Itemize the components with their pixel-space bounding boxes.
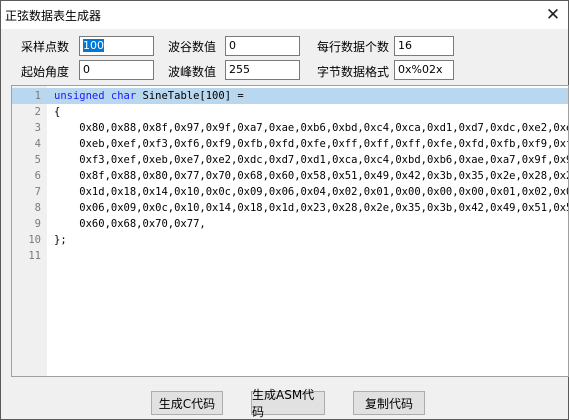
code-text: 0x1d,0x18,0x14,0x10,0x0c,0x09,0x06,0x04,… [54,184,569,200]
code-line: 4 0xeb,0xef,0xf3,0xf6,0xf9,0xfb,0xfd,0xf… [12,136,568,152]
code-token: 0xeb,0xef,0xf3,0xf6,0xf9,0xfb,0xfd,0xfe,… [54,138,569,150]
code-line: 2{ [12,104,568,120]
title-bar: 正弦数据表生成器 ✕ [1,1,568,29]
code-token: 0x06,0x09,0x0c,0x10,0x14,0x18,0x1d,0x23,… [54,202,569,214]
code-text: 0xf3,0xef,0xeb,0xe7,0xe2,0xdc,0xd7,0xd1,… [54,152,569,168]
code-text: unsigned char SineTable[100] = [54,88,244,104]
code-text: 0x06,0x09,0x0c,0x10,0x14,0x18,0x1d,0x23,… [54,200,569,216]
code-text: { [54,104,60,120]
code-token: 0x1d,0x18,0x14,0x10,0x0c,0x09,0x06,0x04,… [54,186,569,198]
code-text: 0x8f,0x88,0x80,0x77,0x70,0x68,0x60,0x58,… [54,168,569,184]
generate-c-button[interactable]: 生成C代码 [151,391,223,415]
code-line: 11 [12,248,568,264]
line-number: 11 [28,250,41,262]
code-line: 8 0x06,0x09,0x0c,0x10,0x14,0x18,0x1d,0x2… [12,200,568,216]
code-line: 5 0xf3,0xef,0xeb,0xe7,0xe2,0xdc,0xd7,0xd… [12,152,568,168]
peak-value-input[interactable]: 255 [225,60,300,80]
code-line: 9 0x60,0x68,0x70,0x77, [12,216,568,232]
line-number: 2 [34,106,41,118]
byte-format-input[interactable]: 0x%02x [394,60,454,80]
code-line: 7 0x1d,0x18,0x14,0x10,0x0c,0x09,0x06,0x0… [12,184,568,200]
code-token: { [54,106,61,118]
code-token: 0x80,0x88,0x8f,0x97,0x9f,0xa7,0xae,0xb6,… [54,122,569,134]
code-line: 6 0x8f,0x88,0x80,0x77,0x70,0x68,0x60,0x5… [12,168,568,184]
code-text: 0x60,0x68,0x70,0x77, [54,216,206,232]
close-icon[interactable]: ✕ [538,1,568,29]
start-angle-input[interactable]: 0 [79,60,154,80]
code-line: 1 unsigned char SineTable[100] = [12,88,568,104]
code-line: 3 0x80,0x88,0x8f,0x97,0x9f,0xa7,0xae,0xb… [12,120,568,136]
code-token: SineTable[100] = [136,90,244,102]
line-number: 1 [34,90,41,102]
sample-points-label: 采样点数 [21,40,70,54]
code-editor[interactable]: 1 unsigned char SineTable[100] = 2{3 0x80,… [11,85,569,377]
code-text: 0x80,0x88,0x8f,0x97,0x9f,0xa7,0xae,0xb6,… [54,120,569,136]
line-number: 7 [34,186,41,198]
code-text: 0xeb,0xef,0xf3,0xf6,0xf9,0xfb,0xfd,0xfe,… [54,136,569,152]
peak-value-label: 波峰数值 [168,65,217,79]
generate-asm-button[interactable]: 生成ASM代码 [251,388,325,419]
line-number: 10 [28,234,41,246]
line-number: 9 [34,218,41,230]
copy-code-button[interactable]: 复制代码 [353,391,425,415]
window-title: 正弦数据表生成器 [5,9,102,23]
code-line: 10}; [12,232,568,248]
per-line-label: 每行数据个数 [317,40,390,54]
line-number: 8 [34,202,41,214]
line-number: 4 [34,138,41,150]
trough-value-input[interactable]: 0 [225,36,300,56]
app-window: 正弦数据表生成器 ✕ 采样点数 100 波谷数值 0 每行数据个数 16 起始角… [0,0,569,420]
code-token: 0xf3,0xef,0xeb,0xe7,0xe2,0xdc,0xd7,0xd1,… [54,154,569,166]
code-text: }; [54,232,67,248]
line-number: 5 [34,154,41,166]
code-token: 0x60,0x68,0x70,0x77, [54,218,206,230]
start-angle-label: 起始角度 [21,65,70,79]
code-token: }; [54,234,67,246]
keyword-token: unsigned char [54,90,137,102]
line-number: 3 [34,122,41,134]
trough-value-label: 波谷数值 [168,40,217,54]
code-token: 0x8f,0x88,0x80,0x77,0x70,0x68,0x60,0x58,… [54,170,569,182]
sample-points-input[interactable]: 100 [79,36,154,56]
per-line-input[interactable]: 16 [394,36,454,56]
byte-format-label: 字节数据格式 [317,65,390,79]
line-number: 6 [34,170,41,182]
